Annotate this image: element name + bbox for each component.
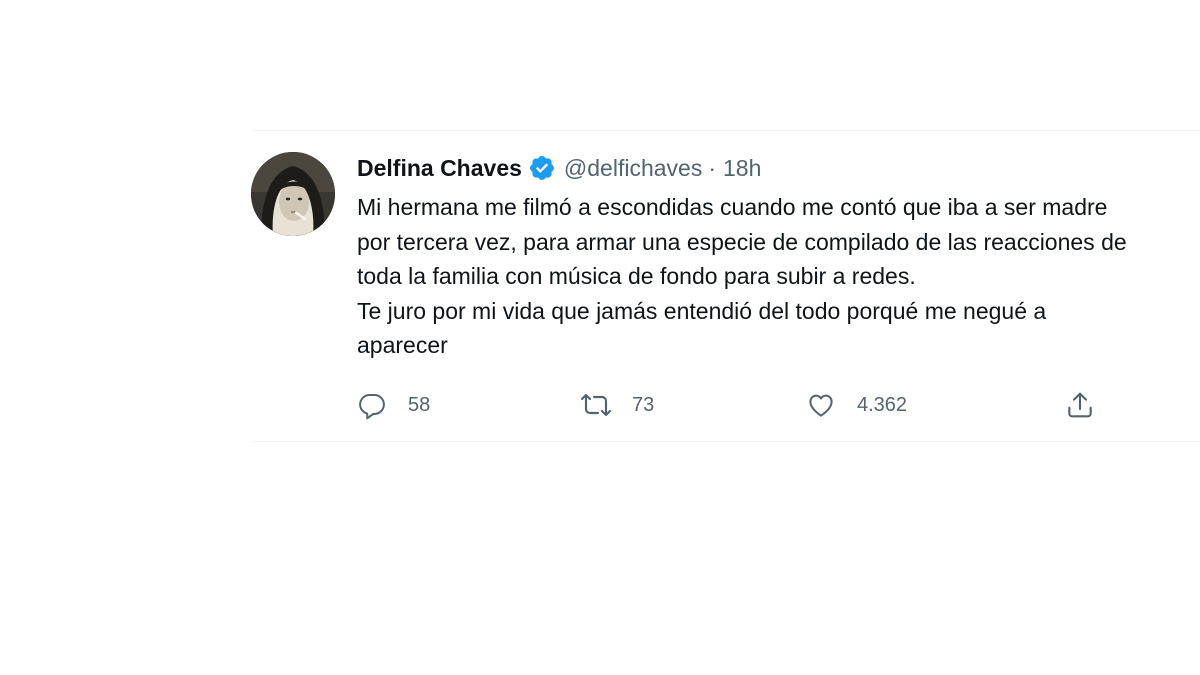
reply-button[interactable]: 58: [356, 387, 430, 423]
tweet-header: Delfina Chaves @delfichaves · 18h: [357, 151, 761, 185]
retweet-button[interactable]: 73: [580, 387, 654, 423]
tweet-timestamp[interactable]: 18h: [723, 151, 761, 185]
tweet-text-line: Te juro por mi vida que jamás entendió d…: [357, 297, 1047, 324]
like-count: 4.362: [857, 393, 908, 416]
bottom-divider: [252, 441, 1200, 442]
tweet-text: Mi hermana me filmó a escondidas cuando …: [357, 190, 1200, 363]
share-button[interactable]: [1064, 387, 1096, 423]
top-divider: [252, 130, 1200, 131]
reply-count: 58: [408, 393, 431, 416]
reply-icon: [356, 389, 388, 421]
share-icon: [1064, 389, 1096, 421]
tweet-text-line: toda la familia con música de fondo para…: [357, 263, 916, 289]
separator-dot: ·: [708, 155, 716, 181]
avatar[interactable]: [251, 152, 335, 236]
tweet-text-line: por tercera vez, para armar una especie …: [357, 228, 1127, 255]
avatar-image: [251, 152, 335, 236]
tweet-text-line: Mi hermana me filmó a escondidas cuando …: [357, 194, 1108, 220]
retweet-count: 73: [632, 393, 655, 416]
tweet-text-line: aparecer: [357, 332, 448, 358]
heart-icon: [805, 389, 837, 421]
retweet-icon: [580, 389, 612, 421]
display-name[interactable]: Delfina Chaves: [357, 151, 522, 185]
like-button[interactable]: 4.362: [805, 387, 907, 423]
tweet-page: Delfina Chaves @delfichaves · 18h Mi her…: [0, 0, 1200, 675]
tweet-actions: 58 73 4.362: [0, 387, 1200, 423]
user-handle[interactable]: @delfichaves: [564, 151, 702, 185]
verified-badge-icon: [528, 154, 556, 182]
